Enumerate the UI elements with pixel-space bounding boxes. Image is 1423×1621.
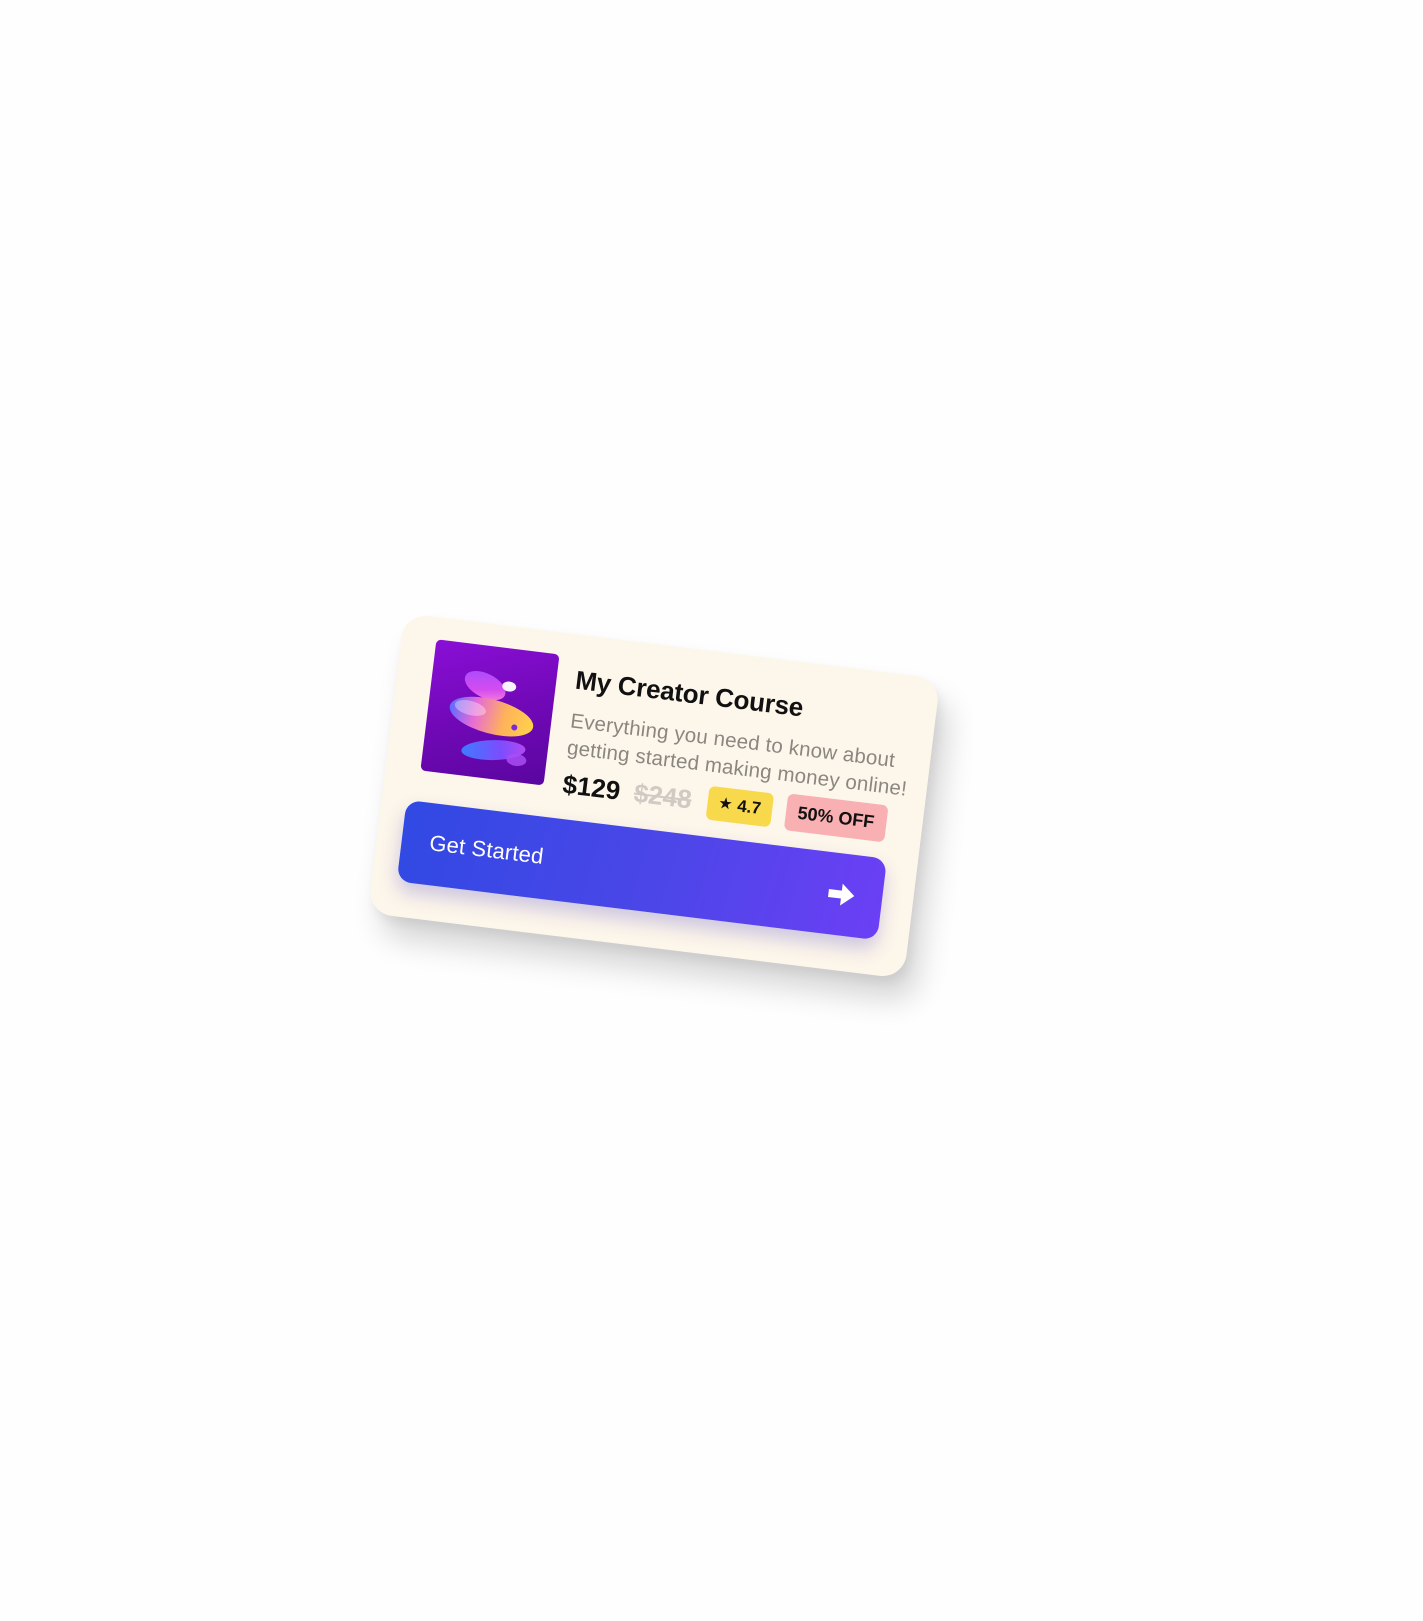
rating-badge: ★ 4.7 (705, 785, 774, 827)
rating-value: 4.7 (736, 795, 763, 818)
course-thumbnail (420, 639, 560, 786)
get-started-label: Get Started (428, 830, 546, 869)
discount-badge: 50% OFF (783, 793, 889, 843)
arrow-right-icon (827, 883, 855, 906)
star-icon: ★ (717, 794, 734, 814)
original-price: $248 (632, 777, 694, 815)
current-price: $129 (560, 768, 623, 806)
course-card: My Creator Course Everything you need to… (367, 613, 941, 979)
abstract-shapes-image (449, 670, 534, 767)
